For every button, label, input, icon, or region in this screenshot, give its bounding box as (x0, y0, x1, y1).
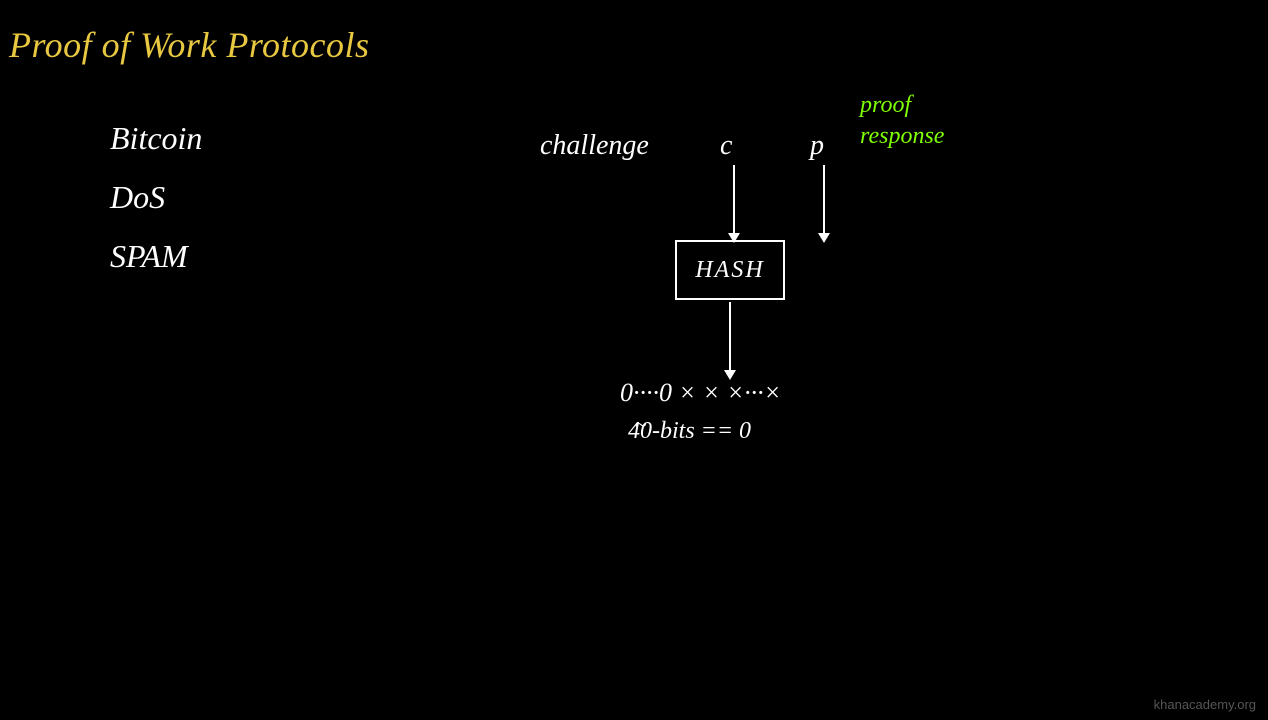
arrow-down-icon (729, 302, 731, 372)
hash-output: 0····0 × × ×···× (620, 378, 781, 408)
diagram: challenge c p proofresponse HASH 0····0 … (480, 80, 1080, 500)
left-list: Bitcoin DoS SPAM (110, 120, 202, 297)
list-item-spam: SPAM (110, 238, 202, 275)
list-item-dos: DoS (110, 179, 202, 216)
list-item-bitcoin: Bitcoin (110, 120, 202, 157)
page-title: Proof of Work Protocols (9, 24, 370, 66)
arrow-p-icon (823, 165, 825, 235)
challenge-label: challenge (540, 130, 649, 162)
arrow-c-icon (733, 165, 735, 235)
proof-label: proofresponse (860, 90, 944, 152)
watermark: khanacademy.org (1154, 697, 1256, 712)
hash-box: HASH (675, 240, 785, 300)
c-label: c (720, 130, 732, 162)
bits-label: 40-bits == 0 (628, 418, 751, 445)
p-label: p (810, 130, 824, 162)
